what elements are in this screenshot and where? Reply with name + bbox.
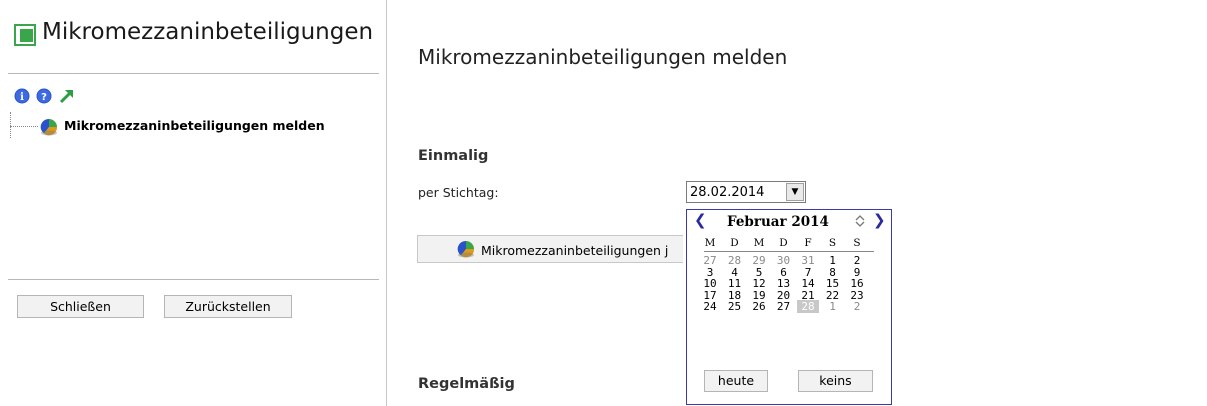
left-pane: Mikromezzaninbeteiligungen i ? Mikromezz… bbox=[0, 0, 386, 406]
pie-chart-icon bbox=[39, 118, 59, 139]
date-label: per Stichtag: bbox=[418, 185, 499, 200]
report-button-label: Mikromezzaninbeteiligungen j bbox=[481, 243, 669, 258]
reset-button[interactable]: Zurückstellen bbox=[164, 295, 292, 318]
app-logo-icon bbox=[14, 24, 36, 46]
chevron-right-icon[interactable]: ❯ bbox=[873, 211, 886, 229]
month-spinner-icon[interactable] bbox=[854, 214, 866, 228]
clear-date-button[interactable]: keins bbox=[798, 370, 873, 392]
tree-connector bbox=[10, 126, 38, 127]
sidebar-title-text: Mikromezzaninbeteiligungen bbox=[42, 19, 374, 45]
divider bbox=[8, 73, 379, 74]
calendar-month-title: Februar 2014 bbox=[727, 214, 829, 230]
calendar-day[interactable]: 27 bbox=[773, 300, 795, 313]
close-button[interactable]: Schließen bbox=[17, 295, 144, 318]
weekday-header: S bbox=[828, 237, 837, 249]
report-button[interactable]: Mikromezzaninbeteiligungen j bbox=[417, 235, 683, 263]
calendar-day[interactable]: 26 bbox=[748, 300, 770, 313]
weekday-header: F bbox=[804, 237, 812, 249]
calendar-divider bbox=[704, 251, 874, 252]
weekday-header: D bbox=[730, 237, 739, 249]
page-title: Mikromezzaninbeteiligungen melden bbox=[418, 45, 788, 69]
calendar-day[interactable]: 1 bbox=[822, 300, 844, 313]
calendar-day[interactable]: 25 bbox=[724, 300, 746, 313]
calendar-day[interactable]: 24 bbox=[699, 300, 721, 313]
weekday-header: D bbox=[779, 237, 788, 249]
tree-connector bbox=[10, 112, 12, 138]
date-picker-popup: ❮ Februar 2014 ❯ M D M D F S S 27 28 29 30 31 1 2 3 4 5 6… bbox=[686, 209, 892, 405]
info-icon[interactable]: i bbox=[14, 88, 30, 108]
today-button[interactable]: heute bbox=[704, 370, 768, 392]
divider bbox=[8, 279, 379, 280]
help-icon[interactable]: ? bbox=[36, 88, 52, 108]
section-heading-regular: Regelmäßig bbox=[418, 376, 515, 392]
chevron-left-icon[interactable]: ❮ bbox=[694, 211, 707, 229]
calendar-day-selected[interactable]: 28 bbox=[797, 300, 819, 313]
svg-text:?: ? bbox=[41, 92, 47, 103]
weekday-header: M bbox=[704, 237, 716, 249]
section-heading-once: Einmalig bbox=[418, 148, 489, 164]
calendar-header: ❮ Februar 2014 ❯ bbox=[687, 210, 891, 232]
calendar-day[interactable]: 2 bbox=[846, 300, 868, 313]
tree-item-label: Mikromezzaninbeteiligungen melden bbox=[64, 118, 325, 133]
chevron-down-icon[interactable]: ▼ bbox=[786, 183, 804, 201]
pane-divider bbox=[386, 0, 387, 406]
pie-chart-icon bbox=[456, 240, 476, 261]
date-field-value: 28.02.2014 bbox=[690, 185, 765, 200]
weekday-header: M bbox=[753, 237, 765, 249]
svg-text:i: i bbox=[20, 92, 24, 103]
weekday-header: S bbox=[853, 237, 861, 249]
external-link-icon[interactable] bbox=[58, 87, 76, 109]
date-field[interactable]: 28.02.2014 ▼ bbox=[686, 181, 806, 203]
